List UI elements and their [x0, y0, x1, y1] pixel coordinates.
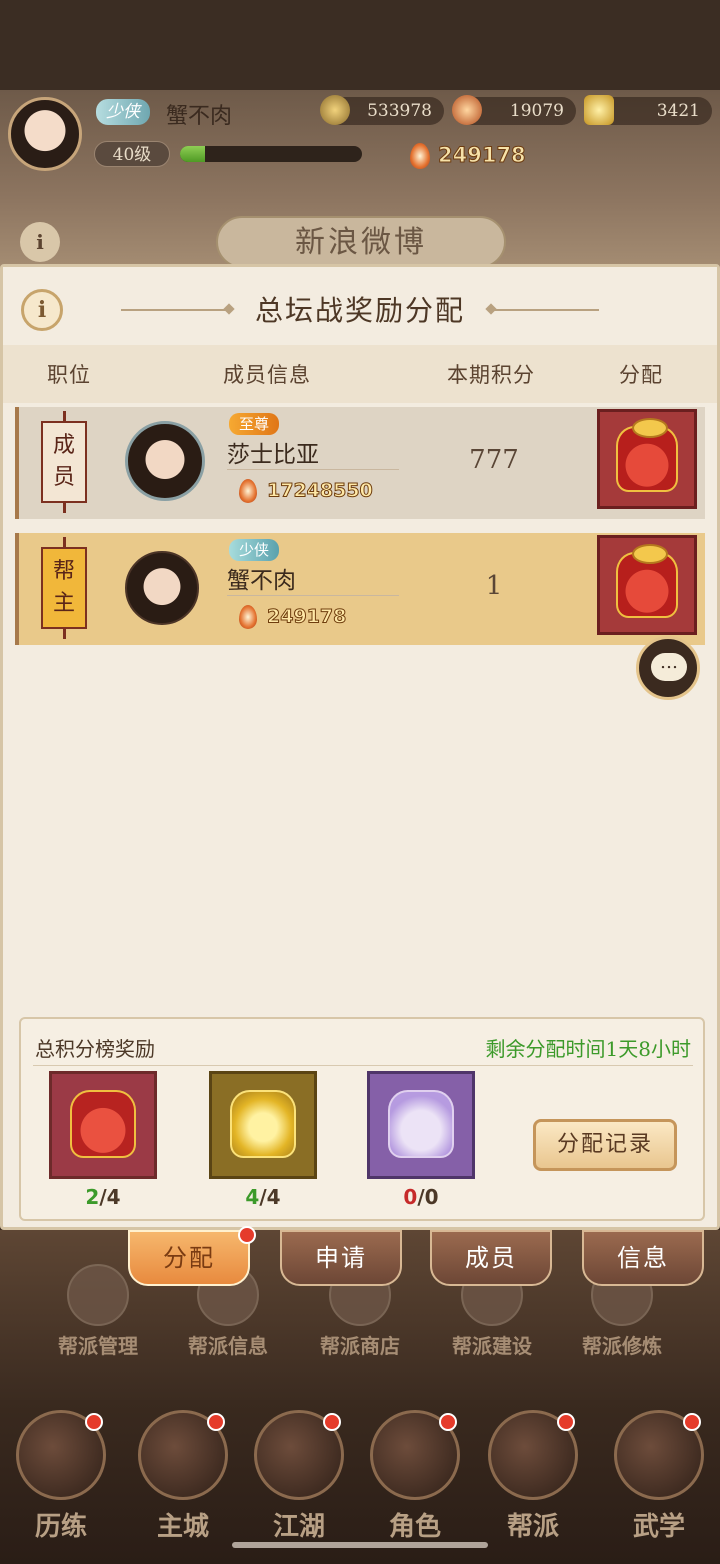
player-level: 40级 [94, 141, 170, 167]
notification-dot [323, 1413, 341, 1431]
col-member-info: 成员信息 [223, 363, 311, 387]
nav-training[interactable]: 历练 [6, 1410, 116, 1542]
rank-badge: 少侠 [229, 539, 280, 561]
status-bar-area [0, 0, 720, 90]
gold-ingot-icon [584, 95, 614, 125]
chat-button[interactable]: … [636, 636, 700, 700]
character-icon [370, 1410, 460, 1500]
power-value: 249178 [438, 143, 527, 168]
allocate-gift-button[interactable] [597, 409, 697, 509]
nav-main-city[interactable]: 主城 [128, 1410, 238, 1542]
member-score: 1 [485, 571, 503, 601]
tab-apply[interactable]: 申请 [280, 1230, 402, 1286]
purple-gift-bag-slot[interactable] [367, 1071, 475, 1179]
member-power: 17248550 [239, 479, 373, 503]
member-avatar[interactable] [125, 421, 205, 501]
gem-value: 19079 [509, 101, 564, 121]
panel-tabs: 分配 申请 成员 信息 [0, 1226, 720, 1296]
rewards-title: 总积分榜奖励 [35, 1037, 155, 1061]
column-header: 职位 成员信息 本期积分 分配 [3, 345, 717, 403]
gold-value: 3421 [656, 101, 700, 121]
notification-dot [683, 1413, 701, 1431]
power-flame-icon [410, 143, 430, 169]
gold-gift-bag-slot[interactable] [209, 1071, 317, 1179]
tab-info[interactable]: 信息 [582, 1230, 704, 1286]
panel-header: i 总坛战奖励分配 [3, 267, 717, 347]
divider [227, 595, 399, 596]
notification-dot [85, 1413, 103, 1431]
red-gift-bag-slot[interactable] [49, 1071, 157, 1179]
col-allocate: 分配 [619, 363, 663, 387]
coin-value: 533978 [367, 101, 432, 121]
nav-jianghu[interactable]: 江湖 [244, 1410, 354, 1542]
notification-dot [557, 1413, 575, 1431]
col-score: 本期积分 [447, 363, 535, 387]
panel-title: 总坛战奖励分配 [254, 294, 465, 327]
gem-icon [452, 95, 482, 125]
col-position: 职位 [47, 363, 91, 387]
member-power: 249178 [239, 605, 347, 629]
role-tag: 成员 [41, 411, 87, 513]
player-title-badge: 少侠 [96, 99, 150, 125]
red-gift-bag-icon [70, 1090, 136, 1158]
allocate-gift-button[interactable] [597, 535, 697, 635]
purple-gift-bag-icon [388, 1090, 454, 1158]
main-city-icon [138, 1410, 228, 1500]
martial-arts-scroll-icon [614, 1410, 704, 1500]
jianghu-icon [254, 1410, 344, 1500]
member-score: 777 [469, 445, 519, 475]
weibo-banner[interactable]: 新浪微博 [216, 216, 506, 268]
gold-counter[interactable]: 3421 [584, 95, 712, 125]
gift-bag-icon [616, 544, 678, 618]
player-avatar[interactable] [8, 97, 82, 171]
title-decoration-right [489, 309, 599, 311]
ranking-rewards-box: 总积分榜奖励 剩余分配时间1天8小时 2/4 4/4 0/0 分配记录 [19, 1017, 705, 1221]
member-row[interactable]: 成员 至尊 莎士比亚 17248550 777 [15, 407, 705, 519]
rank-badge: 至尊 [229, 413, 280, 435]
member-avatar[interactable] [125, 551, 199, 625]
player-power: 249178 [410, 143, 526, 169]
home-indicator[interactable] [232, 1542, 488, 1548]
reward-count: 4/4 [245, 1185, 281, 1209]
chat-icon: … [651, 653, 687, 681]
player-name: 蟹不肉 [166, 104, 233, 129]
divider [33, 1065, 693, 1066]
tab-allocate[interactable]: 分配 [128, 1226, 256, 1286]
gift-bag-icon [616, 418, 678, 492]
exp-bar [180, 146, 362, 162]
power-flame-icon [239, 605, 257, 629]
guild-icon [488, 1410, 578, 1500]
gem-counter[interactable]: 19079 [452, 95, 576, 125]
nav-character[interactable]: 角色 [360, 1410, 470, 1542]
reward-distribution-panel: i 总坛战奖励分配 职位 成员信息 本期积分 分配 成员 至尊 莎士比亚 172… [0, 264, 720, 1230]
reward-count: 0/0 [403, 1185, 439, 1209]
gold-gift-bag-icon [230, 1090, 296, 1158]
member-name: 莎士比亚 [227, 442, 319, 468]
member-row[interactable]: 帮主 少侠 蟹不肉 249178 1 [15, 533, 705, 645]
training-icon [16, 1410, 106, 1500]
coin-icon [320, 95, 350, 125]
nav-guild[interactable]: 帮派 [478, 1410, 588, 1542]
coin-counter[interactable]: 533978 [320, 95, 444, 125]
nav-martial-arts[interactable]: 武学 [604, 1410, 714, 1542]
allocation-record-button[interactable]: 分配记录 [533, 1119, 677, 1171]
notification-dot [207, 1413, 225, 1431]
exp-fill [180, 146, 206, 162]
power-flame-icon [239, 479, 257, 503]
remaining-time: 剩余分配时间1天8小时 [485, 1037, 691, 1061]
tab-members[interactable]: 成员 [430, 1230, 552, 1286]
role-tag: 帮主 [41, 537, 87, 639]
member-name: 蟹不肉 [227, 568, 296, 594]
divider [227, 469, 399, 470]
notification-dot [238, 1226, 256, 1244]
notification-dot [439, 1413, 457, 1431]
reward-count: 2/4 [85, 1185, 121, 1209]
top-info-icon[interactable]: i [20, 222, 60, 262]
